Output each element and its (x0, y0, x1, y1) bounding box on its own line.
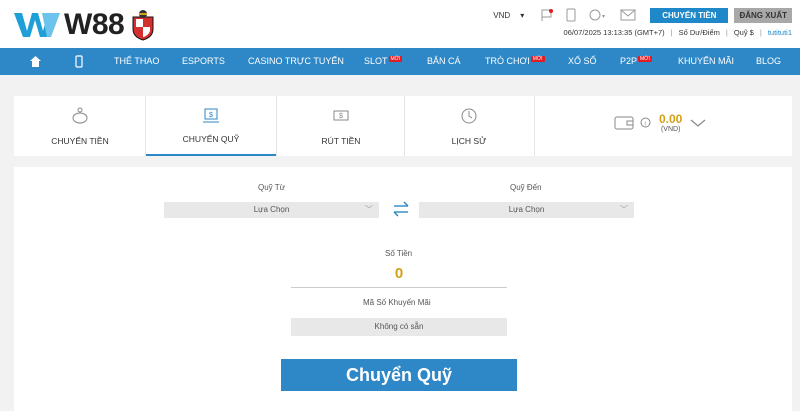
money-transfer-icon: $ (203, 108, 219, 123)
tab-label: CHUYỂN QUỸ (182, 134, 240, 144)
separator: | (670, 28, 673, 37)
username-link[interactable]: tutituti1 (768, 28, 792, 37)
transaction-tabs-panel: CHUYỂN TIỀN $ CHUYỂN QUỸ $ RÚT TIỀN LỊCH… (14, 96, 792, 156)
fund-transfer-submit-button[interactable]: Chuyển Quỹ (281, 359, 517, 391)
nav-item-blog[interactable]: BLOG (756, 56, 781, 66)
separator: | (759, 28, 762, 37)
svg-text:$: $ (209, 112, 213, 119)
cash-withdraw-icon: $ (333, 110, 349, 121)
svg-text:$: $ (339, 113, 343, 120)
info-icon[interactable]: i (640, 117, 651, 128)
nav-item-slot[interactable]: SLOT MỚI (364, 56, 403, 66)
from-wallet-select[interactable]: Lựa Chọn ﹀ (164, 202, 379, 218)
amount-input[interactable]: 0 (291, 265, 507, 282)
tab-divider (534, 96, 535, 156)
w88-logo[interactable]: W88 (14, 8, 156, 42)
amount-underline (291, 287, 507, 288)
amount-label: Số Tiền (385, 249, 413, 258)
wallet-icon (614, 116, 634, 129)
balance-currency: (VND) (660, 126, 681, 133)
promo-label: Mã Số Khuyến Mãi (363, 298, 431, 307)
currency-select[interactable]: VND ▾ (493, 11, 524, 20)
balance-link[interactable]: Số Dư/Điểm (679, 28, 720, 37)
nav-item-p2p[interactable]: P2P MỚI (620, 56, 652, 66)
deposit-button[interactable]: CHUYỂN TIỀN (650, 7, 729, 23)
from-label: Quỹ Từ (258, 183, 285, 192)
nav-item-lottery[interactable]: XỔ SỐ (568, 56, 597, 66)
tab-deposit[interactable]: CHUYỂN TIỀN (15, 96, 145, 156)
nav-item-promotions[interactable]: KHUYẾN MÃI (678, 56, 734, 66)
notification-flag-icon[interactable] (540, 8, 554, 22)
tab-label: RÚT TIỀN (321, 136, 361, 146)
swap-arrows-icon[interactable] (392, 201, 410, 217)
tab-label: LỊCH SỬ (451, 136, 487, 146)
new-badge: MỚI (638, 56, 652, 62)
main-nav: THỂ THAO ESPORTS CASINO TRỰC TUYẾN SLOT M… (0, 48, 800, 75)
mobile-icon[interactable] (566, 8, 576, 22)
promo-code-field[interactable]: Không có sẵn (291, 318, 507, 336)
nav-item-sports[interactable]: THỂ THAO (114, 56, 159, 66)
nav-label: P2P (620, 56, 638, 66)
currency-value: VND (493, 10, 511, 20)
tab-history[interactable]: LỊCH SỬ (404, 96, 534, 156)
chevron-down-icon: ▾ (520, 10, 525, 20)
new-badge: MỚI (530, 56, 545, 62)
status-line: 06/07/2025 13:13:35 (GMT+7) | Số Dư/Điểm… (564, 28, 792, 37)
nav-item-fishing[interactable]: BẮN CÁ (427, 56, 461, 66)
logo-w-icon (14, 13, 60, 37)
nav-label: SLOT (364, 56, 388, 66)
logo-text: W88 (64, 8, 125, 41)
to-wallet-select[interactable]: Lựa Chọn ﹀ (419, 202, 634, 218)
chevron-down-icon: ﹀ (365, 205, 373, 214)
nav-item-casino[interactable]: CASINO TRỰC TUYẾN (248, 56, 344, 66)
to-value: Lựa Chọn (508, 205, 545, 214)
top-right-controls: VND ▾ ▾ CHUYỂN TIỀN ĐĂNG XUẤT (493, 7, 792, 23)
chevron-down-icon[interactable] (690, 118, 706, 128)
from-value: Lựa Chọn (253, 205, 290, 214)
top-bar: W88 VND ▾ ▾ CHUYỂN TIỀN ĐĂNG XUẤT 06/07/… (0, 0, 800, 48)
new-badge: MỚI (388, 56, 403, 62)
home-icon[interactable] (29, 55, 42, 68)
tab-withdraw[interactable]: $ RÚT TIỀN (276, 96, 406, 156)
fund-link[interactable]: Quỹ $ (734, 28, 754, 37)
clock-history-icon (461, 108, 477, 124)
chevron-down-icon: ﹀ (620, 205, 628, 214)
to-label: Quỹ Đến (510, 183, 542, 192)
wallet-balance[interactable]: i 0.00 (VND) (614, 112, 706, 133)
datetime-text: 06/07/2025 13:13:35 (GMT+7) (563, 28, 665, 37)
logout-button[interactable]: ĐĂNG XUẤT (734, 7, 792, 23)
piggy-bank-icon (72, 107, 88, 124)
tab-label: CHUYỂN TIỀN (51, 136, 109, 146)
nav-item-games[interactable]: TRÒ CHƠI MỚI (485, 56, 545, 66)
svg-text:▾: ▾ (602, 14, 605, 20)
svg-text:i: i (645, 122, 646, 128)
mail-icon[interactable] (620, 9, 636, 21)
tab-fund-transfer[interactable]: $ CHUYỂN QUỸ (146, 96, 276, 156)
sunderland-crest-icon (132, 10, 154, 41)
nav-item-esports[interactable]: ESPORTS (182, 56, 225, 66)
mobile-nav-icon[interactable] (75, 55, 83, 68)
nav-label: TRÒ CHƠI (485, 56, 530, 66)
separator: | (725, 28, 728, 37)
user-status-icon[interactable]: ▾ (588, 8, 608, 22)
balance-amount: 0.00 (659, 112, 683, 126)
